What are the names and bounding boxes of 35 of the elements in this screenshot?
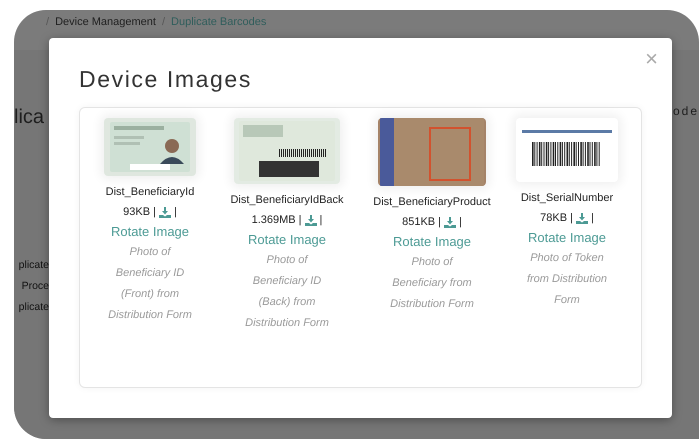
rotate-image-link[interactable]: Rotate Image xyxy=(392,233,472,250)
file-size: 93KB | xyxy=(123,205,156,220)
separator: | xyxy=(459,215,462,230)
column-heading: ode xyxy=(673,103,699,120)
table-cell: plicate xyxy=(18,301,49,313)
image-description: Photo of Beneficiary from Distribution Form xyxy=(389,255,475,312)
page-heading: lica xyxy=(14,106,44,129)
separator: | xyxy=(320,213,322,228)
close-button[interactable]: × xyxy=(641,46,662,72)
image-description: Photo of Token from Distribution Form xyxy=(526,251,608,308)
file-size: 851KB | xyxy=(402,215,442,230)
download-icon[interactable] xyxy=(304,215,317,226)
rotate-image-link[interactable]: Rotate Image xyxy=(110,223,190,240)
breadcrumb-separator: / xyxy=(162,16,166,30)
image-description: Photo of Beneficiary ID (Front) from Distribution Form xyxy=(107,245,193,323)
separator: | xyxy=(590,211,594,226)
file-name: Dist_BeneficiaryId xyxy=(106,185,194,200)
file-name: Dist_BeneficiaryProduct xyxy=(373,195,491,210)
image-thumbnail[interactable] xyxy=(516,118,618,182)
file-name: Dist_SerialNumber xyxy=(520,191,614,206)
download-icon[interactable] xyxy=(444,217,456,228)
image-description: Photo of Beneficiary ID (Back) from Distribution Form xyxy=(244,253,330,331)
file-size: 78KB | xyxy=(540,211,573,226)
modal-title: Device Images xyxy=(79,66,253,93)
rotate-image-link[interactable]: Rotate Image xyxy=(528,229,606,246)
file-name: Dist_BeneficiaryIdBack xyxy=(230,193,344,208)
image-thumbnail[interactable] xyxy=(104,118,196,176)
download-icon[interactable] xyxy=(576,213,588,224)
separator: | xyxy=(174,205,177,220)
table-cell: Proce xyxy=(22,280,49,292)
rotate-image-link[interactable]: Rotate Image xyxy=(248,231,326,248)
breadcrumb-separator: / xyxy=(46,16,50,30)
download-icon[interactable] xyxy=(158,207,171,218)
table-cell: plicate xyxy=(18,259,49,271)
file-size: 1.369MB | xyxy=(252,213,302,228)
